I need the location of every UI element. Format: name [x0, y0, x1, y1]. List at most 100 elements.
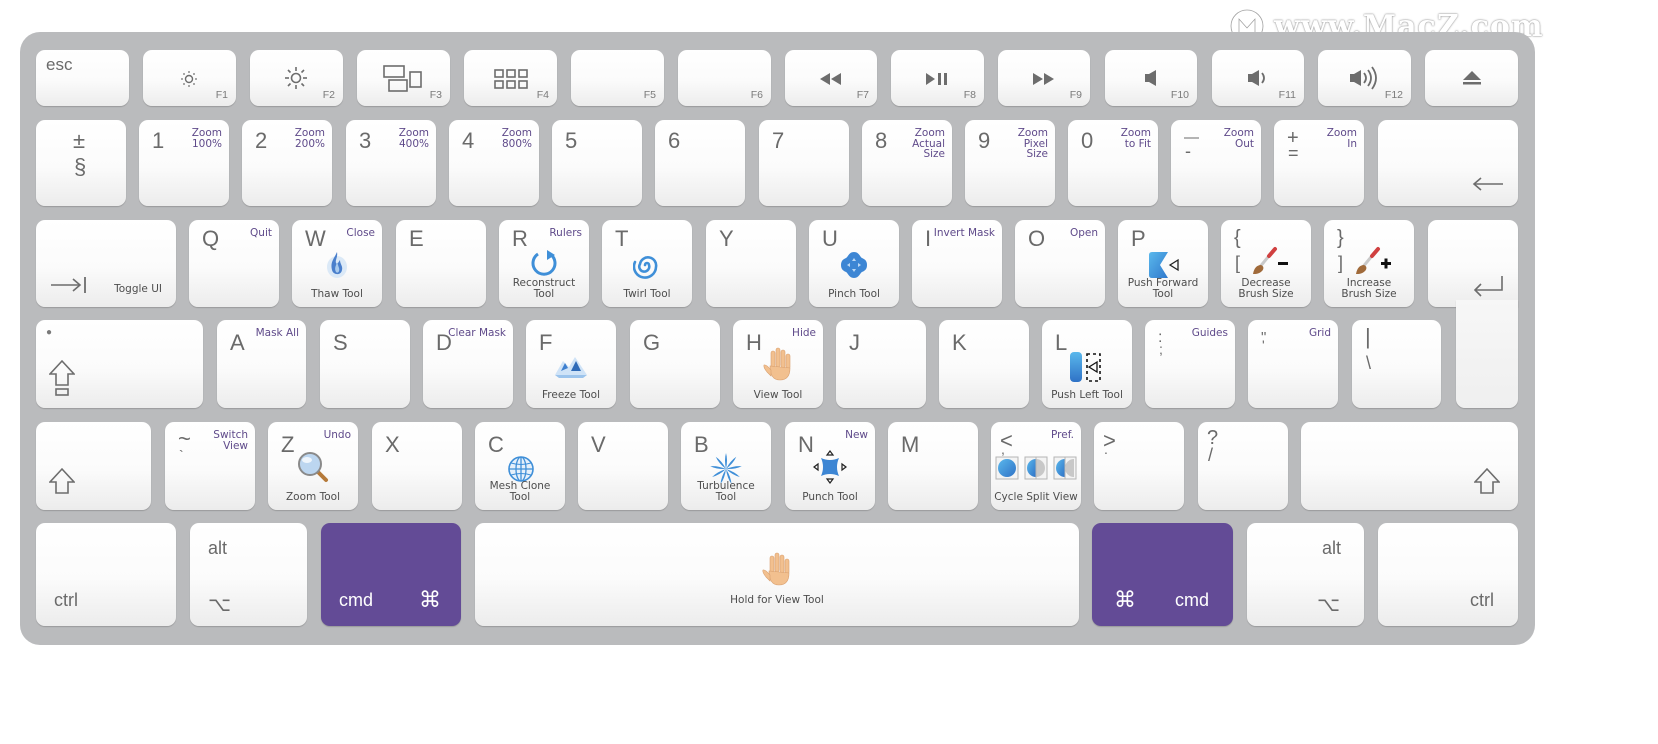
- key-h[interactable]: H Hide View Tool: [733, 320, 823, 408]
- key-semicolon[interactable]: : ; Guides: [1145, 320, 1235, 408]
- key-f7[interactable]: F7: [785, 50, 877, 106]
- key-right-cmd[interactable]: ⌘ cmd: [1092, 523, 1233, 626]
- pinch-tool-icon: [839, 250, 869, 280]
- key-right-ctrl[interactable]: ctrl: [1378, 523, 1518, 626]
- key-1[interactable]: 1 Zoom 100%: [139, 120, 229, 206]
- key-w[interactable]: W Close Thaw Tool: [292, 220, 382, 307]
- key-b[interactable]: B Turbulence Tool: [681, 422, 771, 510]
- key-f5[interactable]: F5: [571, 50, 664, 106]
- key-right-bracket[interactable]: } ] Increase Brush Size: [1324, 220, 1414, 307]
- shift-icon: [48, 466, 76, 496]
- key-9[interactable]: 9 Zoom Pixel Size: [965, 120, 1055, 206]
- key-x[interactable]: X: [372, 422, 462, 510]
- tool-label: Punch Tool: [802, 490, 858, 503]
- shortcut-label: Undo: [323, 429, 351, 441]
- key-right-shift[interactable]: [1301, 422, 1518, 510]
- fast-forward-icon: [1032, 72, 1056, 86]
- volume-down-icon: [1247, 69, 1269, 87]
- key-p[interactable]: P Push Forward Tool: [1118, 220, 1208, 307]
- key-o[interactable]: O Open: [1015, 220, 1105, 307]
- key-label: B: [694, 432, 709, 457]
- key-f2[interactable]: F2: [250, 50, 343, 106]
- key-i[interactable]: I Invert Mask: [912, 220, 1002, 307]
- key-5[interactable]: 5: [552, 120, 642, 206]
- tool-label: Reconstruct Tool: [512, 276, 576, 300]
- key-tab[interactable]: Toggle UI: [36, 220, 176, 307]
- fn-label: F11: [1278, 89, 1296, 101]
- reconstruct-tool-icon: [529, 248, 559, 278]
- key-label: U: [822, 226, 838, 251]
- key-f9[interactable]: F9: [998, 50, 1090, 106]
- key-f1[interactable]: F1: [143, 50, 236, 106]
- key-left-cmd[interactable]: cmd ⌘: [321, 523, 461, 626]
- key-6[interactable]: 6: [655, 120, 745, 206]
- key-c[interactable]: C Mesh Clone Tool: [475, 422, 565, 510]
- key-k[interactable]: K: [939, 320, 1029, 408]
- key-e[interactable]: E: [396, 220, 486, 307]
- key-f[interactable]: F Freeze Tool: [526, 320, 616, 408]
- key-n[interactable]: N New Punch Tool: [785, 422, 875, 510]
- key-y[interactable]: Y: [706, 220, 796, 307]
- key-backspace[interactable]: [1378, 120, 1518, 206]
- key-j[interactable]: J: [836, 320, 926, 408]
- key-period[interactable]: > .: [1094, 422, 1184, 510]
- key-q[interactable]: Q Quit: [189, 220, 279, 307]
- key-2[interactable]: 2 Zoom 200%: [242, 120, 332, 206]
- key-t[interactable]: T Twirl Tool: [602, 220, 692, 307]
- key-r[interactable]: R Rulers Reconstruct Tool: [499, 220, 589, 307]
- key-d[interactable]: D Clear Mask: [423, 320, 513, 408]
- key-eject[interactable]: [1425, 50, 1518, 106]
- key-f4[interactable]: F4: [464, 50, 557, 106]
- key-minus[interactable]: — - Zoom Out: [1171, 120, 1261, 206]
- key-label: H: [746, 330, 762, 355]
- key-m[interactable]: M: [888, 422, 978, 510]
- key-backslash[interactable]: | \: [1352, 320, 1441, 408]
- key-right-alt[interactable]: alt ⌥: [1247, 523, 1364, 626]
- key-label: T: [615, 226, 629, 251]
- shortcut-label: Invert Mask: [933, 227, 995, 239]
- key-g[interactable]: G: [630, 320, 720, 408]
- key-section[interactable]: ± §: [36, 120, 126, 206]
- key-esc[interactable]: esc: [36, 50, 129, 106]
- key-label: Z: [281, 432, 295, 457]
- key-f3[interactable]: F3: [357, 50, 450, 106]
- key-comma[interactable]: < , Pref. Cycle Split View: [991, 422, 1081, 510]
- key-l[interactable]: L Push Left Tool: [1042, 320, 1132, 408]
- key-z[interactable]: Z Undo Zoom Tool: [268, 422, 358, 510]
- key-return-lower[interactable]: [1456, 300, 1518, 408]
- key-left-bracket[interactable]: { [ Decrease Brush Size: [1221, 220, 1311, 307]
- key-equals[interactable]: + = Zoom In: [1274, 120, 1364, 206]
- key-slash[interactable]: ? /: [1198, 422, 1288, 510]
- key-space[interactable]: Hold for View Tool: [475, 523, 1079, 626]
- key-u[interactable]: U Pinch Tool: [809, 220, 899, 307]
- key-quote[interactable]: " ' Grid: [1248, 320, 1338, 408]
- key-7[interactable]: 7: [759, 120, 849, 206]
- key-label: X: [385, 432, 400, 457]
- key-a[interactable]: A Mask All: [217, 320, 306, 408]
- key-return[interactable]: [1428, 220, 1518, 307]
- key-s[interactable]: S: [320, 320, 410, 408]
- mission-control-icon: [383, 64, 423, 94]
- key-left-alt[interactable]: alt ⌥: [190, 523, 307, 626]
- key-f10[interactable]: F10: [1105, 50, 1197, 106]
- key-4[interactable]: 4 Zoom 800%: [449, 120, 539, 206]
- key-label: |: [1365, 324, 1371, 349]
- key-v[interactable]: V: [578, 422, 668, 510]
- key-0[interactable]: 0 Zoom to Fit: [1068, 120, 1158, 206]
- key-f8[interactable]: F8: [891, 50, 984, 106]
- key-left-shift[interactable]: [36, 422, 151, 510]
- key-caps-lock[interactable]: ●: [36, 320, 203, 408]
- shift-icon: [1473, 466, 1501, 496]
- tool-label: Pinch Tool: [828, 287, 880, 300]
- option-icon: ⌥: [1317, 594, 1341, 616]
- key-f6[interactable]: F6: [678, 50, 771, 106]
- key-3[interactable]: 3 Zoom 400%: [346, 120, 436, 206]
- twirl-tool-icon: [632, 250, 662, 280]
- key-left-ctrl[interactable]: ctrl: [36, 523, 176, 626]
- key-tilde[interactable]: ~ ` Switch View: [165, 422, 255, 510]
- key-8[interactable]: 8 Zoom Actual Size: [862, 120, 952, 206]
- key-f12[interactable]: F12: [1318, 50, 1411, 106]
- key-f11[interactable]: F11: [1212, 50, 1304, 106]
- punch-tool-icon: [811, 448, 849, 486]
- tool-label: Cycle Split View: [994, 490, 1078, 503]
